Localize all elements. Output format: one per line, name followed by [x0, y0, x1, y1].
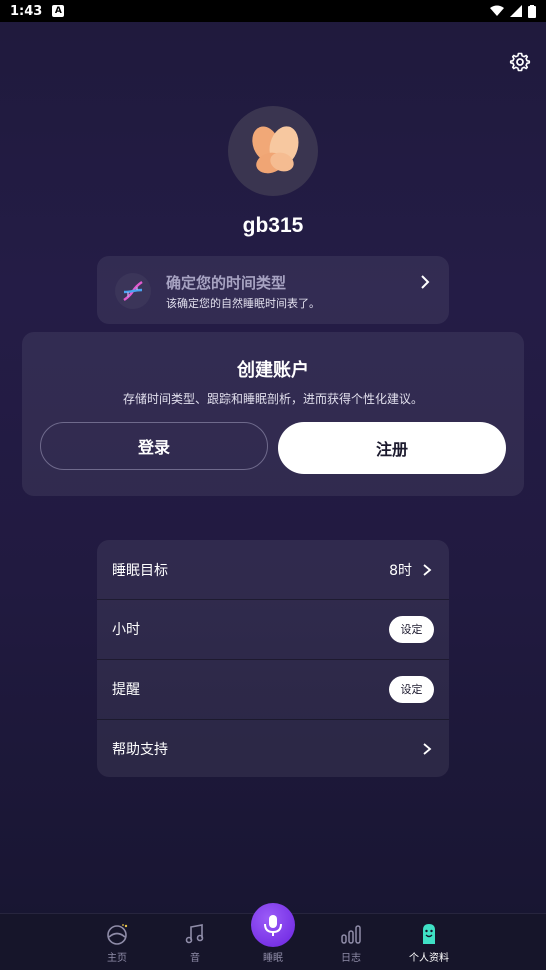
- register-button[interactable]: 注册: [278, 422, 506, 474]
- hours-label: 小时: [112, 622, 140, 638]
- login-button[interactable]: 登录: [40, 422, 268, 470]
- avatar[interactable]: [228, 106, 318, 196]
- sleep-record-button[interactable]: [251, 903, 295, 947]
- settings-button[interactable]: [508, 50, 532, 74]
- reminder-row: 提醒 设定: [97, 659, 449, 718]
- tab-profile[interactable]: 个人资料: [394, 914, 464, 970]
- hours-row: 小时 设定: [97, 599, 449, 658]
- chevron-right-icon: [421, 275, 430, 289]
- create-account-card: 创建账户 存储时间类型、跟踪和睡眠剖析，进而获得个性化建议。 登录 注册: [22, 332, 524, 496]
- battery-icon: [528, 4, 536, 18]
- tab-profile-label: 个人资料: [409, 953, 449, 964]
- sleep-goal-value: 8时: [389, 562, 412, 579]
- tab-home-label: 主页: [107, 953, 127, 964]
- settings-list: 睡眠目标 8时 小时 设定 提醒 设定 帮助支持: [97, 540, 449, 777]
- hours-set-button[interactable]: 设定: [389, 615, 434, 643]
- chevron-right-icon: [423, 743, 432, 755]
- profile-icon: [423, 924, 435, 944]
- tab-journal-label: 日志: [341, 953, 361, 964]
- tab-journal[interactable]: 日志: [316, 914, 386, 970]
- sleep-goal-row[interactable]: 睡眠目标 8时: [97, 540, 449, 599]
- create-account-title: 创建账户: [237, 360, 309, 381]
- chronotype-title: 确定您的时间类型: [166, 274, 287, 292]
- status-indicators: [490, 4, 536, 18]
- butterfly-avatar-icon: [252, 126, 299, 174]
- help-support-row[interactable]: 帮助支持: [97, 719, 449, 777]
- sleep-goal-label: 睡眠目标: [112, 562, 168, 579]
- reminder-label: 提醒: [112, 682, 140, 698]
- create-account-description: 存储时间类型、跟踪和睡眠剖析，进而获得个性化建议。: [122, 392, 423, 406]
- tab-sound-label: 音: [190, 953, 200, 964]
- chronotype-subtitle: 该确定您的自然睡眠时间表了。: [166, 297, 320, 310]
- wifi-icon: [490, 5, 504, 16]
- gear-icon: [509, 52, 531, 72]
- home-icon: [107, 924, 128, 945]
- tab-sleep-label: 睡眠: [263, 953, 283, 964]
- tab-sound[interactable]: 音: [160, 914, 230, 970]
- chevron-right-icon: [423, 563, 432, 576]
- mic-icon: [264, 915, 282, 936]
- music-icon: [185, 924, 204, 944]
- username: gb315: [242, 214, 304, 237]
- notification-icon: A: [52, 5, 65, 17]
- status-bar: 1:43 A: [0, 0, 546, 22]
- dna-icon: [115, 273, 151, 309]
- chronotype-card[interactable]: 确定您的时间类型 该确定您的自然睡眠时间表了。: [97, 256, 449, 324]
- reminder-set-button[interactable]: 设定: [389, 675, 434, 703]
- status-time: 1:43: [10, 3, 43, 19]
- bars-icon: [341, 925, 361, 944]
- tab-home[interactable]: 主页: [82, 914, 152, 970]
- help-support-label: 帮助支持: [112, 742, 168, 758]
- signal-icon: [510, 5, 522, 17]
